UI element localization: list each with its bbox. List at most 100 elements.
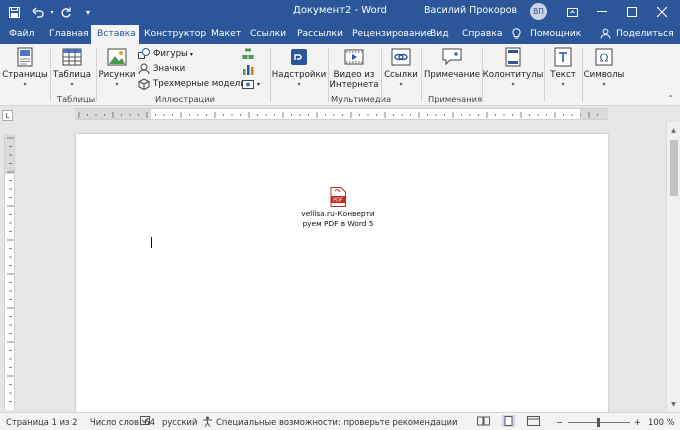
chevron-down-icon: ▾ — [602, 81, 606, 88]
svg-text:Ω: Ω — [599, 52, 608, 65]
chevron-down-icon: ▾ — [189, 50, 193, 58]
embedded-pdf-object[interactable]: PDF vellisa.ru-Конверти руем PDF в Word … — [293, 187, 383, 228]
ribbon-tabs: Файл Главная Вставка Конструктор Макет С… — [0, 24, 680, 44]
minimize-icon[interactable] — [588, 0, 616, 24]
maximize-icon[interactable] — [618, 0, 646, 24]
pages-button[interactable]: Страницы ▾ — [2, 44, 48, 94]
shapes-button[interactable]: Фигуры ▾ — [138, 47, 193, 61]
language[interactable]: русский — [162, 417, 197, 427]
chevron-down-icon: ▾ — [561, 81, 565, 88]
addins-icon — [289, 47, 309, 67]
group-divider — [544, 48, 545, 102]
header-footer-button[interactable]: Колонтитулы ▾ — [483, 44, 543, 94]
vertical-ruler[interactable] — [4, 134, 15, 410]
scroll-up-icon[interactable]: ▲ — [667, 124, 680, 136]
picture-icon — [107, 47, 127, 67]
text-label: Текст — [550, 70, 576, 80]
read-mode-icon[interactable] — [477, 416, 490, 428]
status-bar: Страница 1 из 2 Число слов: 64 русский С… — [0, 412, 680, 430]
online-video-label: Видео из Интернета — [329, 70, 379, 90]
text-box-icon — [553, 47, 573, 67]
icons-button[interactable]: Значки — [138, 62, 185, 76]
page-count[interactable]: Страница 1 из 2 — [6, 417, 77, 427]
document-page[interactable] — [76, 134, 608, 414]
chevron-down-icon: ▾ — [70, 81, 74, 88]
chevron-down-icon: ▾ — [257, 80, 261, 88]
online-video-button[interactable]: Видео из Интернета — [329, 44, 379, 94]
comment-button[interactable]: Примечание — [424, 44, 480, 94]
ruler-ticks — [7, 137, 14, 402]
accessibility-icon[interactable] — [202, 416, 213, 429]
table-label: Таблица — [52, 70, 91, 80]
tab-home[interactable]: Главная — [49, 24, 89, 44]
table-button[interactable]: Таблица ▾ — [52, 44, 92, 94]
close-icon[interactable] — [648, 0, 676, 24]
chevron-down-icon: ▾ — [297, 81, 301, 88]
cube-icon — [138, 78, 150, 90]
pictures-label: Рисунки — [98, 70, 136, 80]
zoom-level[interactable]: 100 % — [648, 417, 675, 427]
symbols-button[interactable]: Ω Символы ▾ — [583, 44, 625, 94]
zoom-out-icon[interactable]: − — [556, 417, 563, 427]
chart-icon[interactable] — [242, 62, 254, 76]
addins-button[interactable]: Надстройки ▾ — [271, 44, 327, 94]
group-divider — [50, 48, 51, 102]
tab-design[interactable]: Конструктор — [144, 24, 206, 44]
scroll-down-icon[interactable]: ▼ — [667, 398, 680, 410]
proofing-icon[interactable] — [140, 416, 151, 428]
share-icon — [600, 24, 611, 44]
tab-view[interactable]: Вид — [430, 24, 449, 44]
text-cursor — [151, 237, 152, 248]
addins-label: Надстройки — [271, 70, 327, 80]
web-layout-icon[interactable] — [527, 416, 540, 428]
horizontal-ruler[interactable] — [75, 108, 608, 120]
svg-text:PDF: PDF — [333, 198, 343, 204]
symbols-label: Символы — [583, 70, 625, 80]
tab-insert[interactable]: Вставка — [91, 25, 139, 44]
icons-icon — [138, 63, 150, 75]
pictures-button[interactable]: Рисунки ▾ — [98, 44, 136, 94]
tab-tell-me[interactable]: Помощник — [530, 24, 581, 44]
tab-selector[interactable]: L — [2, 110, 13, 121]
group-divider — [381, 48, 382, 102]
text-button[interactable]: Текст ▾ — [547, 44, 579, 94]
screenshot-icon[interactable]: ▾ — [242, 77, 260, 91]
chevron-down-icon: ▾ — [511, 81, 515, 88]
chevron-down-icon: ▾ — [399, 81, 403, 88]
vertical-scrollbar[interactable]: ▲ ▼ — [666, 122, 680, 412]
share-button[interactable]: Поделиться — [616, 24, 674, 44]
comment-label: Примечание — [423, 70, 481, 80]
user-name[interactable]: Василий Прокоров — [424, 5, 517, 16]
accessibility-status[interactable]: Специальные возможности: проверьте реком… — [216, 417, 458, 427]
ruler-ticks — [78, 112, 598, 118]
zoom-in-icon[interactable]: + — [634, 417, 641, 427]
icons-label: Значки — [153, 64, 186, 74]
link-icon — [391, 47, 411, 67]
scroll-thumb[interactable] — [670, 140, 678, 196]
pdf-object-caption: vellisa.ru-Конверти руем PDF в Word 5 — [301, 209, 375, 228]
chevron-down-icon: ▾ — [23, 81, 27, 88]
3d-models-label: Трехмерные модели — [153, 79, 246, 89]
tab-file[interactable]: Файл — [9, 24, 34, 44]
group-divider — [421, 48, 422, 102]
pages-icon — [15, 47, 35, 67]
links-button[interactable]: Ссылки ▾ — [383, 44, 419, 94]
ribbon: Страницы ▾ Таблица ▾ Таблицы Рисунки ▾ Ф… — [0, 44, 680, 106]
tab-references[interactable]: Ссылки — [250, 24, 286, 44]
tab-mailings[interactable]: Рассылки — [297, 24, 343, 44]
avatar[interactable]: ВП — [530, 3, 547, 20]
tab-help[interactable]: Справка — [462, 24, 502, 44]
collapse-ribbon-icon[interactable]: ⌃ — [667, 94, 674, 103]
shapes-label: Фигуры — [153, 49, 188, 59]
tab-layout[interactable]: Макет — [211, 24, 241, 44]
tab-review[interactable]: Рецензирование — [352, 24, 432, 44]
3d-models-button[interactable]: Трехмерные модели ▾ — [138, 77, 252, 91]
group-label-comments: Примечания — [428, 94, 483, 104]
shapes-icon — [138, 48, 150, 60]
ribbon-display-icon[interactable] — [558, 0, 586, 24]
smartart-icon[interactable] — [242, 47, 254, 61]
pages-label: Страницы — [2, 70, 48, 80]
print-layout-icon[interactable] — [502, 415, 515, 429]
zoom-slider-thumb[interactable] — [597, 418, 600, 427]
header-footer-icon — [503, 47, 523, 67]
